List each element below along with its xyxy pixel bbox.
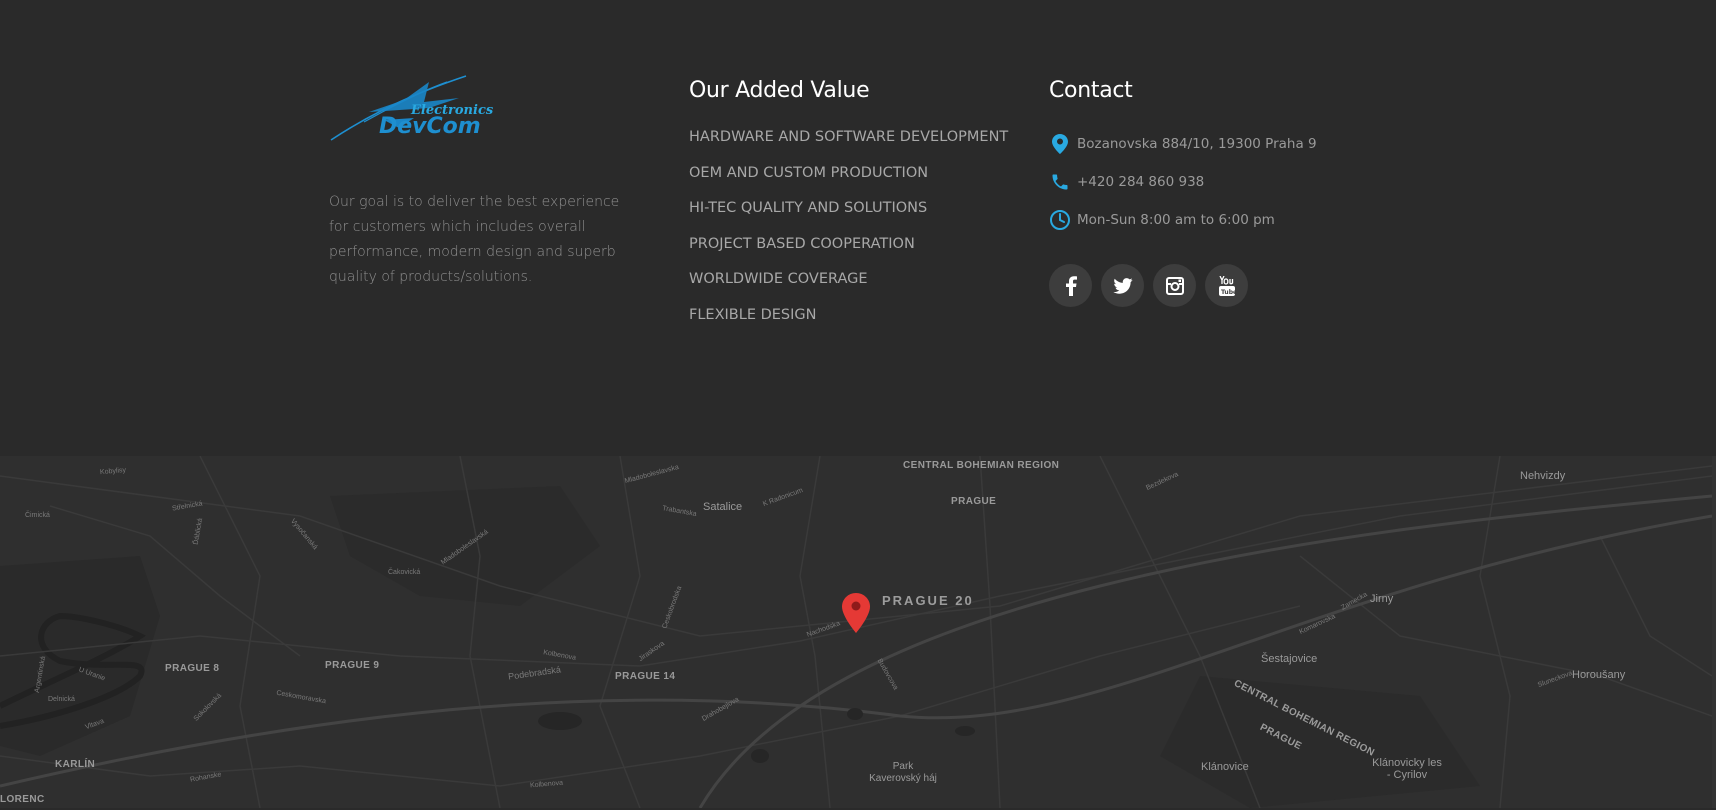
value-link-hitec[interactable]: HI-TEC QUALITY AND SOLUTIONS xyxy=(689,196,1019,232)
map-label-town: Jirny xyxy=(1370,593,1394,605)
values-title: Our Added Value xyxy=(689,78,870,103)
map-label-district: KARLÍN xyxy=(55,759,96,770)
map-label-district: PRAGUE 9 xyxy=(325,660,380,671)
map-label-town: Satalice xyxy=(703,501,743,513)
instagram-icon xyxy=(1165,276,1184,295)
value-link-flexible-design[interactable]: FLEXIBLE DESIGN xyxy=(689,303,1019,339)
value-link-worldwide[interactable]: WORLDWIDE COVERAGE xyxy=(689,267,1019,303)
contact-phone: +420 284 860 938 xyxy=(1049,163,1379,201)
value-link-project-based[interactable]: PROJECT BASED COOPERATION xyxy=(689,232,1019,268)
map-label-street: Čakovická xyxy=(388,569,421,576)
facebook-icon xyxy=(1065,275,1077,296)
map-label-park: Park Kaverovský háj xyxy=(869,761,937,784)
map-label-district: PRAGUE 8 xyxy=(165,663,220,674)
map-label-town: Horoušany xyxy=(1572,669,1626,681)
map-label-town: Šestajovice xyxy=(1261,653,1318,665)
svg-text:Tube: Tube xyxy=(1221,289,1236,296)
value-link-hardware-software[interactable]: HARDWARE AND SOFTWARE DEVELOPMENT xyxy=(689,125,1019,161)
clock-icon xyxy=(1049,209,1071,231)
contact-hours: Mon-Sun 8:00 am to 6:00 pm xyxy=(1049,201,1379,239)
instagram-button[interactable] xyxy=(1153,264,1196,307)
address-text: Bozanovska 884/10, 19300 Praha 9 xyxy=(1077,136,1317,152)
map-label-town: Klánovicky les - Cyrilov xyxy=(1372,757,1442,781)
location-pin-icon xyxy=(1049,133,1071,155)
devcom-logo[interactable]: Electronics DevCom xyxy=(329,70,499,150)
value-link-oem[interactable]: OEM AND CUSTOM PRODUCTION xyxy=(689,161,1019,197)
map-label-district: LORENC xyxy=(0,794,45,805)
about-column: Electronics DevCom Our goal is to delive… xyxy=(329,70,629,290)
youtube-button[interactable]: Tube xyxy=(1205,264,1248,307)
map-label-district: PRAGUE 20 xyxy=(882,593,974,608)
map-label-town: Klánovice xyxy=(1201,761,1249,773)
youtube-icon: Tube xyxy=(1218,275,1236,296)
map-label-district: PRAGUE 14 xyxy=(615,671,676,682)
values-column: Our Added Value HARDWARE AND SOFTWARE DE… xyxy=(689,78,1019,338)
twitter-button[interactable] xyxy=(1101,264,1144,307)
about-description: Our goal is to deliver the best experien… xyxy=(329,194,620,285)
contact-title: Contact xyxy=(1049,78,1133,103)
twitter-icon xyxy=(1112,277,1133,294)
contact-address: Bozanovska 884/10, 19300 Praha 9 xyxy=(1049,125,1379,163)
map-label-region: CENTRAL BOHEMIAN REGION xyxy=(903,460,1060,471)
hours-text: Mon-Sun 8:00 am to 6:00 pm xyxy=(1077,212,1275,228)
values-list: HARDWARE AND SOFTWARE DEVELOPMENT OEM AN… xyxy=(689,125,1019,338)
map-label-street: Čimická xyxy=(25,512,50,519)
social-links: Tube xyxy=(1049,264,1379,307)
site-footer: Electronics DevCom Our goal is to delive… xyxy=(0,0,1716,456)
phone-icon xyxy=(1049,171,1071,193)
map-label-street: Delnická xyxy=(48,696,75,703)
map-label-prague: PRAGUE xyxy=(951,496,997,507)
phone-text[interactable]: +420 284 860 938 xyxy=(1077,174,1204,190)
contact-column: Contact Bozanovska 884/10, 19300 Praha 9… xyxy=(1049,78,1379,307)
facebook-button[interactable] xyxy=(1049,264,1092,307)
svg-text:DevCom: DevCom xyxy=(379,114,481,139)
map-marker-icon[interactable] xyxy=(842,593,870,633)
map-label-town: Nehvizdy xyxy=(1520,470,1566,482)
